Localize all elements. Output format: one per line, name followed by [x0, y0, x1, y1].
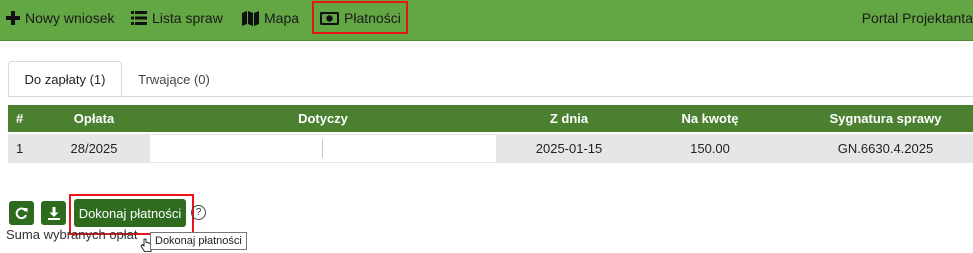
header-fee[interactable]: Opłata — [40, 105, 148, 132]
tabs-divider — [8, 96, 973, 97]
help-icon[interactable]: ? — [191, 205, 206, 220]
header-date[interactable]: Z dnia — [498, 105, 640, 132]
download-button[interactable] — [41, 201, 66, 225]
refresh-icon — [15, 207, 28, 219]
list-icon — [131, 11, 147, 25]
tooltip: Dokonaj płatności — [150, 232, 247, 250]
top-navbar: Nowy wniosek Lista spraw Mapa Płatności … — [0, 0, 973, 41]
refresh-button[interactable] — [9, 201, 34, 225]
nav-new-request-label: Nowy wniosek — [25, 10, 115, 26]
header-case-signature[interactable]: Sygnatura sprawy — [780, 105, 973, 132]
header-concerns[interactable]: Dotyczy — [148, 105, 498, 132]
cell-amount: 150.00 — [690, 141, 730, 156]
cell-date: 2025-01-15 — [535, 141, 603, 156]
cell-concerns — [150, 135, 496, 162]
map-icon — [242, 10, 259, 26]
nav-case-list-label: Lista spraw — [152, 10, 223, 26]
tab-ongoing[interactable]: Trwające (0) — [124, 61, 224, 97]
nav-case-list[interactable]: Lista spraw — [131, 0, 223, 36]
table-row[interactable]: 1 28/2025 2025-01-15 150.00 GN.6630.4.20… — [8, 134, 973, 163]
cell-fee: 28/2025 — [70, 141, 118, 156]
make-payment-button[interactable]: Dokonaj płatności — [74, 199, 186, 227]
tab-to-pay[interactable]: Do zapłaty (1) — [8, 61, 122, 97]
nav-map[interactable]: Mapa — [242, 0, 299, 36]
cell-case-signature: GN.6630.4.2025 — [837, 141, 934, 156]
header-amount[interactable]: Na kwotę — [640, 105, 780, 132]
cell-index: 1 — [16, 141, 24, 156]
plus-icon — [6, 11, 20, 25]
selected-sum-label: Suma wybranych opłat — [6, 227, 138, 242]
nav-payments-label: Płatności — [344, 10, 401, 26]
header-index[interactable]: # — [8, 105, 40, 132]
cell-divider — [322, 139, 323, 158]
download-icon — [47, 206, 60, 220]
money-icon — [320, 11, 339, 25]
nav-new-request[interactable]: Nowy wniosek — [6, 0, 114, 36]
nav-map-label: Mapa — [264, 10, 300, 26]
nav-payments[interactable]: Płatności — [320, 0, 401, 36]
portal-title: Portal Projektanta — [861, 10, 973, 26]
table-header: # Opłata Dotyczy Z dnia Na kwotę Sygnatu… — [8, 105, 973, 132]
